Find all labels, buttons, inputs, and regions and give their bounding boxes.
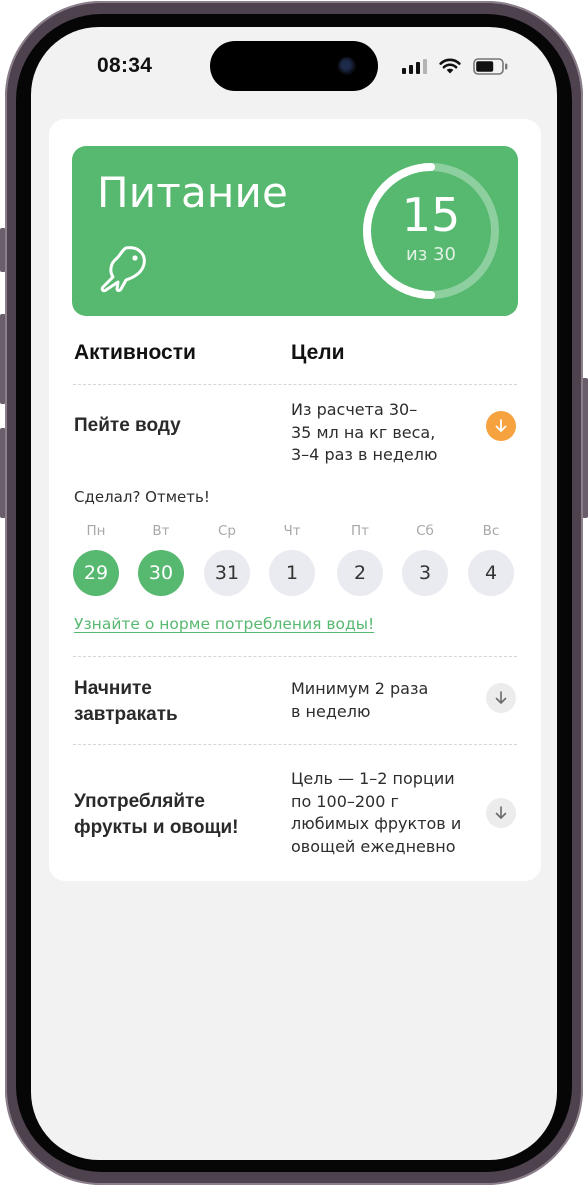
water-norm-link[interactable]: Узнайте о норме потребления воды! <box>74 615 374 633</box>
battery-icon <box>473 57 508 75</box>
day-name: Пн <box>86 523 106 539</box>
tracker-prompt: Сделал? Отметь! <box>74 488 210 506</box>
status-icons <box>402 56 509 76</box>
activity-goal-fruits: Цель — 1–2 порции по 100–200 г любимых ф… <box>291 769 462 856</box>
dynamic-island <box>210 41 378 91</box>
day-name: Ср <box>218 523 236 539</box>
activity-goal-breakfast: Минимум 2 раза в неделю <box>291 679 429 721</box>
activity-title-fruits[interactable]: Употребляйте фрукты и овощи! <box>74 789 239 841</box>
wifi-icon <box>439 58 461 74</box>
divider <box>73 744 517 745</box>
progress-total: из 30 <box>406 244 456 265</box>
day-toggle[interactable]: 4 <box>468 550 514 596</box>
activity-goal-water: Из расчета 30– 35 мл на кг веса, 3–4 раз… <box>291 400 438 464</box>
camera-icon <box>338 57 356 75</box>
activities-header: Активности <box>74 341 196 364</box>
day-toggle[interactable]: 29 <box>73 550 119 596</box>
activity-title-water[interactable]: Пейте воду <box>74 413 181 439</box>
goals-header: Цели <box>291 341 345 364</box>
signal-icon <box>402 58 427 74</box>
day-toggle[interactable]: 2 <box>337 550 383 596</box>
day-name: Чт <box>283 523 301 539</box>
activity-title-breakfast[interactable]: Начните завтракать <box>74 676 178 728</box>
arrow-down-icon <box>495 806 507 819</box>
day-toggle[interactable]: 30 <box>138 550 184 596</box>
day-toggle[interactable]: 3 <box>402 550 448 596</box>
progress-value: 15 <box>401 188 461 242</box>
arrow-down-icon <box>495 691 507 704</box>
expand-button-fruits[interactable] <box>486 798 516 828</box>
nutrition-banner: Питание 15 из 30 <box>72 146 518 316</box>
day-name: Пт <box>350 523 369 539</box>
fish-icon <box>100 246 146 293</box>
progress-ring: 15 из 30 <box>358 158 504 304</box>
arrow-down-icon <box>495 419 507 432</box>
day-name: Сб <box>416 523 434 539</box>
divider <box>73 656 517 657</box>
banner-title: Питание <box>97 168 289 217</box>
day-name: Вт <box>152 523 170 539</box>
day-name: Вс <box>482 523 500 539</box>
nutrition-card: Питание 15 из 30 Активности Цели Пейте в… <box>49 119 541 881</box>
status-time: 08:34 <box>97 54 153 77</box>
collapse-button-water[interactable] <box>486 411 516 441</box>
divider <box>73 384 517 385</box>
screen: 08:34 Питание 15 из 30 Активности Цели П… <box>31 27 557 1160</box>
day-toggle[interactable]: 1 <box>269 550 315 596</box>
day-toggle[interactable]: 31 <box>204 550 250 596</box>
expand-button-breakfast[interactable] <box>486 683 516 713</box>
